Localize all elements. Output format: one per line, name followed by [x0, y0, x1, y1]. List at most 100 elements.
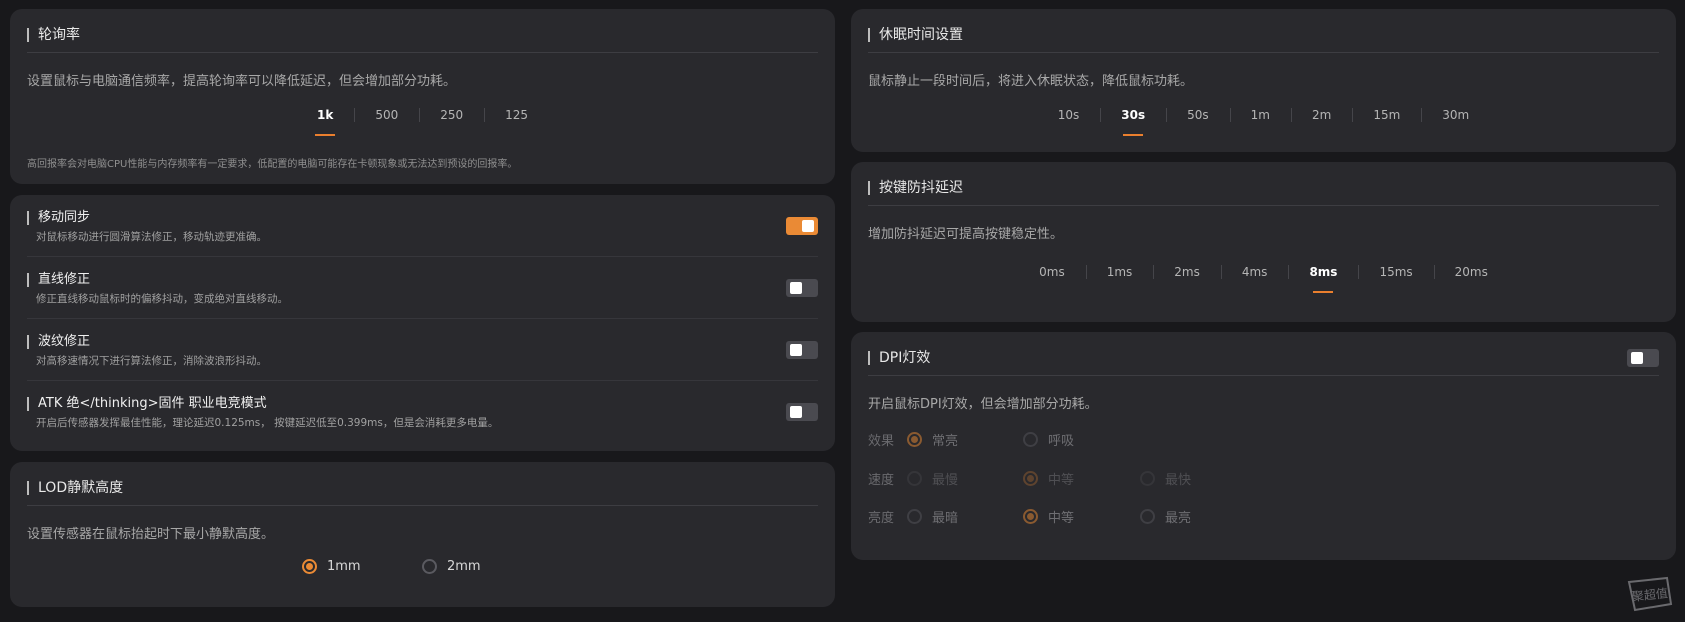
sleep-option[interactable]: 30m	[1421, 105, 1490, 125]
toggle-switch[interactable]	[786, 217, 818, 235]
brightness-option-label: 中等	[1048, 511, 1075, 526]
polling-rate-tabs: 1k 500 250 125	[10, 105, 835, 136]
divider	[27, 505, 818, 506]
toggle-row: 直线修正修正直线移动鼠标时的偏移抖动，变成绝对直线移动。	[27, 257, 818, 319]
sleep-option[interactable]: 2m	[1290, 105, 1352, 125]
speed-option-label: 中等	[1048, 473, 1075, 488]
debounce-option[interactable]: 4ms	[1220, 262, 1289, 282]
toggle-switch[interactable]	[786, 341, 818, 359]
radio-dot	[1023, 432, 1038, 447]
speed-option-fastest[interactable]: 最快	[1140, 469, 1191, 488]
lod-option-2mm[interactable]: 2mm	[422, 559, 481, 574]
toggle-row-description: 开启后传感器发挥最佳性能，理论延迟0.125ms， 按键延迟低至0.399ms，…	[36, 417, 499, 429]
feature-toggles-card: 移动同步对鼠标移动进行圆滑算法修正，移动轨迹更准确。直线修正修正直线移动鼠标时的…	[10, 195, 835, 451]
sleep-time-card: 休眠时间设置 鼠标静止一段时间后，将进入休眠状态，降低鼠标功耗。 10s 30s 5…	[851, 9, 1676, 152]
brightness-option-brightest[interactable]: 最亮	[1140, 507, 1191, 526]
toggle-row-title: 波纹修正	[27, 335, 90, 349]
debounce-option[interactable]: 1ms	[1085, 262, 1154, 282]
divider	[868, 52, 1659, 53]
dpi-light-card: DPI灯效 开启鼠标DPI灯效，但会增加部分功耗。 效果 常亮 呼吸 速度 最慢…	[851, 332, 1676, 560]
radio-dot	[907, 471, 922, 486]
polling-rate-title: 轮询率	[27, 28, 818, 42]
radio-dot	[907, 432, 922, 447]
toggle-knob	[790, 406, 802, 418]
toggle-knob	[790, 344, 802, 356]
polling-option[interactable]: 125	[484, 105, 549, 125]
lod-option-label: 1mm	[327, 559, 361, 574]
effect-option-breathing[interactable]: 呼吸	[1023, 430, 1074, 449]
toggle-row-title: ATK 绝</thinking>固件 职业电竞模式	[27, 397, 267, 411]
toggle-row-description: 对高移速情况下进行算法修正，消除波浪形抖动。	[36, 355, 267, 367]
divider	[868, 375, 1659, 376]
toggle-row-description: 修正直线移动鼠标时的偏移抖动，变成绝对直线移动。	[36, 293, 288, 305]
sleep-option[interactable]: 10s	[1037, 105, 1101, 125]
toggle-switch[interactable]	[786, 279, 818, 297]
polling-option[interactable]: 250	[419, 105, 484, 125]
effect-option-steady[interactable]: 常亮	[907, 430, 958, 449]
speed-label: 速度	[868, 473, 895, 488]
polling-rate-description: 设置鼠标与电脑通信频率，提高轮询率可以降低延迟，但会增加部分功耗。	[27, 74, 457, 89]
sleep-time-title: 休眠时间设置	[868, 28, 1659, 42]
watermark-text: 聚超值	[1631, 585, 1668, 604]
debounce-option[interactable]: 8ms	[1288, 262, 1358, 293]
dpi-light-toggle[interactable]	[1627, 349, 1659, 367]
lod-option-label: 2mm	[447, 559, 481, 574]
radio-dot	[1140, 471, 1155, 486]
toggle-row: 移动同步对鼠标移动进行圆滑算法修正，移动轨迹更准确。	[27, 195, 818, 257]
polling-rate-note: 高回报率会对电脑CPU性能与内存频率有一定要求，低配置的电脑可能存在卡顿现象或无…	[27, 159, 518, 170]
brightness-option-label: 最亮	[1165, 511, 1192, 526]
toggle-knob	[802, 220, 814, 232]
effect-option-label: 常亮	[932, 434, 959, 449]
dpi-light-title: DPI灯效	[868, 351, 1659, 365]
brightness-option-medium[interactable]: 中等	[1023, 507, 1074, 526]
sleep-time-tabs: 10s 30s 50s 1m 2m 15m 30m	[851, 105, 1676, 136]
toggle-row: ATK 绝</thinking>固件 职业电竞模式开启后传感器发挥最佳性能，理论…	[27, 381, 818, 443]
toggle-row-title: 移动同步	[27, 211, 90, 225]
lod-option-1mm[interactable]: 1mm	[302, 559, 361, 574]
radio-dot	[1023, 471, 1038, 486]
debounce-option[interactable]: 2ms	[1153, 262, 1221, 282]
debounce-card: 按键防抖延迟 增加防抖延迟可提高按键稳定性。 0ms 1ms 2ms 4ms 8ms 15…	[851, 162, 1676, 322]
speed-option-medium[interactable]: 中等	[1023, 469, 1074, 488]
sleep-option[interactable]: 30s	[1100, 105, 1166, 136]
radio-dot	[1023, 509, 1038, 524]
watermark-logo: 聚超值	[1627, 576, 1673, 612]
divider	[868, 205, 1659, 206]
toggle-row-description: 对鼠标移动进行圆滑算法修正，移动轨迹更准确。	[36, 231, 267, 243]
radio-dot	[1140, 509, 1155, 524]
debounce-option[interactable]: 20ms	[1433, 262, 1509, 282]
lod-title: LOD静默高度	[27, 481, 818, 495]
toggle-knob	[790, 282, 802, 294]
toggle-switch[interactable]	[786, 403, 818, 421]
toggle-row-title: 直线修正	[27, 273, 90, 287]
debounce-description: 增加防抖延迟可提高按键稳定性。	[868, 227, 1064, 242]
debounce-title: 按键防抖延迟	[868, 181, 1659, 195]
brightness-option-dimmest[interactable]: 最暗	[907, 507, 958, 526]
brightness-label: 亮度	[868, 511, 895, 526]
polling-option[interactable]: 500	[354, 105, 419, 125]
radio-dot	[302, 559, 317, 574]
sleep-option[interactable]: 1m	[1229, 105, 1291, 125]
toggle-knob	[1631, 352, 1643, 364]
debounce-tabs: 0ms 1ms 2ms 4ms 8ms 15ms 20ms	[851, 262, 1676, 293]
radio-dot	[907, 509, 922, 524]
sleep-option[interactable]: 15m	[1352, 105, 1421, 125]
speed-option-label: 最快	[1165, 473, 1192, 488]
effect-option-label: 呼吸	[1048, 434, 1075, 449]
speed-option-label: 最慢	[932, 473, 959, 488]
brightness-option-label: 最暗	[932, 511, 959, 526]
polling-rate-card: 轮询率 设置鼠标与电脑通信频率，提高轮询率可以降低延迟，但会增加部分功耗。 1k…	[10, 9, 835, 184]
dpi-light-description: 开启鼠标DPI灯效，但会增加部分功耗。	[868, 397, 1098, 412]
effect-label: 效果	[868, 434, 895, 449]
sleep-option[interactable]: 50s	[1166, 105, 1230, 125]
debounce-option[interactable]: 15ms	[1358, 262, 1433, 282]
lod-card: LOD静默高度 设置传感器在鼠标抬起时下最小静默高度。 1mm 2mm	[10, 462, 835, 607]
lod-description: 设置传感器在鼠标抬起时下最小静默高度。	[27, 527, 275, 542]
speed-option-slowest[interactable]: 最慢	[907, 469, 958, 488]
toggle-row: 波纹修正对高移速情况下进行算法修正，消除波浪形抖动。	[27, 319, 818, 381]
polling-option[interactable]: 1k	[296, 105, 354, 136]
debounce-option[interactable]: 0ms	[1018, 262, 1086, 282]
radio-dot	[422, 559, 437, 574]
divider	[27, 52, 818, 53]
sleep-time-description: 鼠标静止一段时间后，将进入休眠状态，降低鼠标功耗。	[868, 74, 1194, 89]
